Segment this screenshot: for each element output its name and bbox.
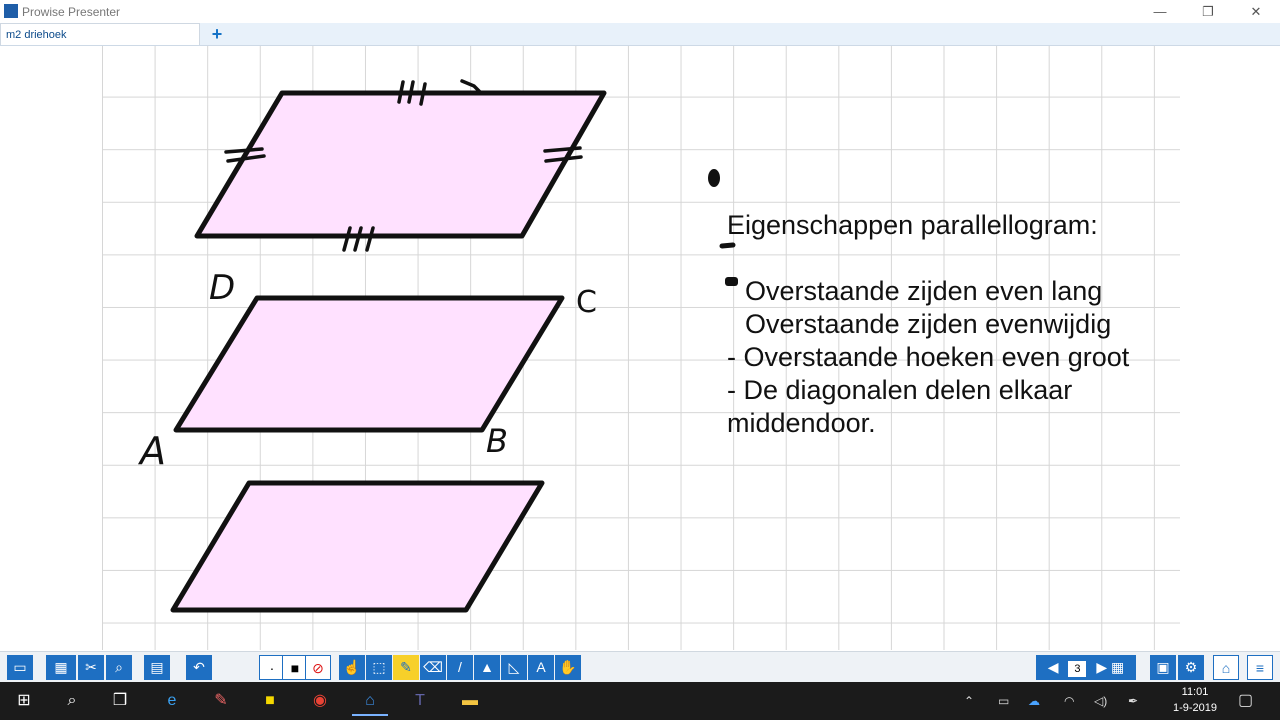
file-explorer-icon[interactable]: ▬	[452, 686, 488, 716]
media-icon[interactable]: ▦	[46, 655, 76, 680]
volume-icon[interactable]: ◁)	[1094, 682, 1107, 720]
add-tab-button[interactable]: +	[208, 24, 226, 44]
menu-icon[interactable]: ≡	[1247, 655, 1273, 680]
sticky-notes-icon[interactable]: ■	[252, 686, 288, 716]
windows-taskbar: ⊞ ⌕ ❒ e ✎ ■ ◉ ⌂ T ▬ ⌃ ▭ ☁ ◠ ◁) ✒ 11:01 1…	[0, 682, 1280, 720]
bullet-mark	[708, 169, 720, 187]
title-bar: Prowise Presenter — ❐ ✕	[0, 0, 1280, 23]
vertex-label-a: A	[137, 429, 166, 473]
page-number: 3	[1068, 661, 1087, 677]
tools-icon[interactable]: ✂	[78, 655, 104, 680]
hand-pan-icon[interactable]: ✋	[555, 655, 581, 680]
next-page-icon[interactable]: ▶	[1096, 659, 1107, 675]
search-icon[interactable]: ⌕	[106, 655, 132, 680]
prowise-logo-icon	[4, 4, 18, 18]
clock-date: 1-9-2019	[1172, 702, 1218, 714]
gear-icon[interactable]: ⚙	[1178, 655, 1204, 680]
parallelogram-middle	[173, 295, 565, 433]
screen-settings-icon[interactable]: ▣	[1150, 655, 1176, 680]
restore-button[interactable]: ❐	[1188, 2, 1228, 22]
teams-icon[interactable]: T	[402, 686, 438, 716]
pen-icon[interactable]: ✒	[1128, 682, 1138, 720]
app-title: Prowise Presenter	[22, 5, 121, 19]
page-overview-icon[interactable]: ▦	[1111, 659, 1124, 675]
onedrive-icon[interactable]: ☁	[1028, 682, 1040, 720]
parallelogram-top	[194, 90, 607, 239]
properties-heading: Eigenschappen parallellogram:	[727, 210, 1098, 240]
task-view-icon[interactable]: ❒	[102, 686, 138, 716]
properties-text-box[interactable]: Eigenschappen parallellogram: Overstaand…	[727, 209, 1129, 440]
clock-time: 11:01	[1181, 686, 1209, 698]
search-icon[interactable]: ⌕	[54, 686, 90, 716]
vertex-label-b: B	[486, 422, 508, 460]
edge-browser-icon[interactable]: e	[154, 686, 190, 716]
prowise-presenter-taskbar-icon[interactable]: ⌂	[352, 686, 388, 716]
chrome-icon[interactable]: ◉	[302, 686, 338, 716]
pen-tool-icon[interactable]: ✎	[393, 655, 419, 680]
line-tool-icon[interactable]: /	[447, 655, 473, 680]
whiteboard-canvas[interactable]: D C A B Eigenschappen parallellogram: Ov…	[0, 46, 1280, 650]
previous-page-icon[interactable]: ◀	[1048, 659, 1059, 675]
vertex-label-c: C	[576, 285, 597, 320]
presenter-icon[interactable]: ⌂	[1213, 655, 1239, 680]
page-navigator[interactable]: ◀ 3 ▶ ▦	[1036, 655, 1136, 680]
open-folder-icon[interactable]: ▭	[7, 655, 33, 680]
no-fill-icon[interactable]: ⊘	[305, 655, 331, 680]
pointer-hand-icon[interactable]: ☝	[339, 655, 365, 680]
minimize-button[interactable]: —	[1140, 2, 1180, 22]
pages-icon[interactable]: ▤	[144, 655, 170, 680]
wifi-icon[interactable]: ◠	[1064, 682, 1074, 720]
bottom-toolbar: ▭ ▦ ✂ ⌕ ▤ ↶ · ■ ⊘ ☝ ⬚ ✎ ⌫ / ▲ ◺ A ✋ ◀ 3 …	[0, 651, 1280, 683]
tab-m2-driehoek[interactable]: m2 driehoek	[0, 23, 200, 45]
property-line-3: - Overstaande hoeken even groot	[727, 342, 1130, 372]
property-line-4: - De diagonalen delen elkaar	[727, 375, 1073, 405]
windows-start-icon[interactable]: ⊞	[6, 686, 42, 716]
battery-icon[interactable]: ▭	[998, 682, 1009, 720]
chevron-up-icon[interactable]: ⌃	[964, 682, 974, 720]
shapes-icon[interactable]: ▲	[474, 655, 500, 680]
parallelogram-bottom	[170, 480, 545, 613]
property-line-5: middendoor.	[727, 408, 876, 438]
eraser-icon[interactable]: ⌫	[420, 655, 446, 680]
notifications-icon[interactable]: ▢	[1238, 682, 1253, 720]
close-button[interactable]: ✕	[1236, 2, 1276, 22]
ruler-icon[interactable]: ◺	[501, 655, 527, 680]
paint-icon[interactable]: ✎	[203, 686, 239, 716]
vertex-label-d: D	[209, 268, 235, 308]
property-line-1: Overstaande zijden even lang	[745, 276, 1103, 306]
property-line-2: Overstaande zijden evenwijdig	[745, 309, 1112, 339]
tab-bar: m2 driehoek +	[0, 23, 1280, 46]
system-clock[interactable]: 11:01 1-9-2019	[1160, 684, 1230, 716]
select-icon[interactable]: ⬚	[366, 655, 392, 680]
text-tool-icon[interactable]: A	[528, 655, 554, 680]
undo-icon[interactable]: ↶	[186, 655, 212, 680]
